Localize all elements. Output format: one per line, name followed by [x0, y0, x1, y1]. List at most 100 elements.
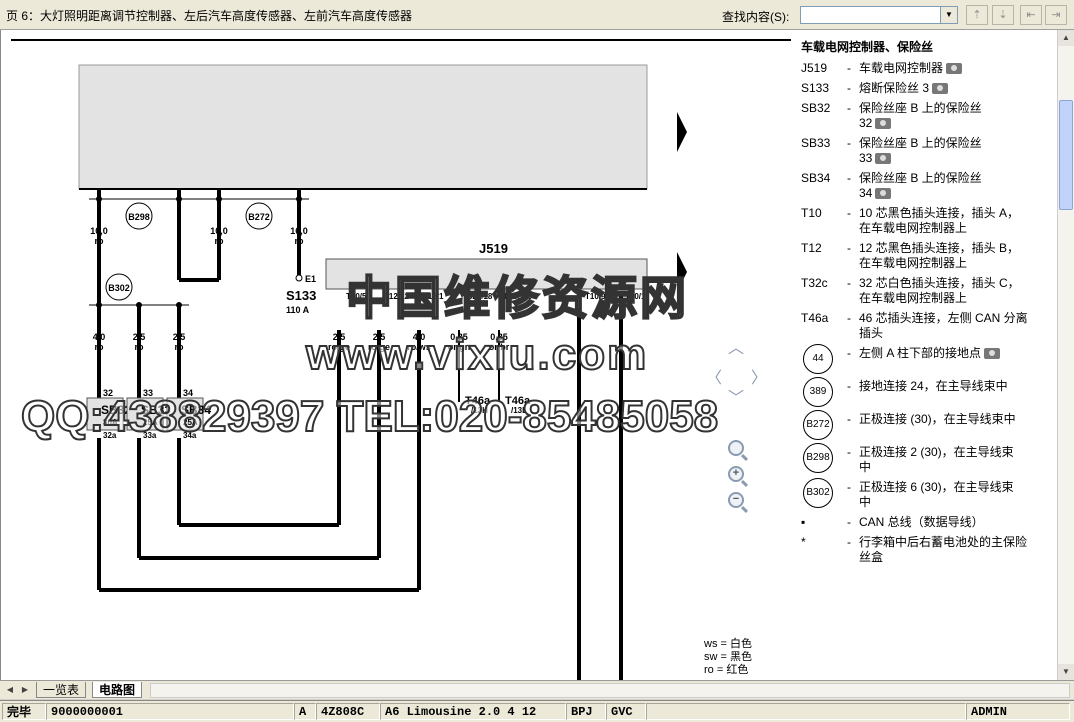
legend-item: T46a - 46 芯插头连接，左侧 CAN 分离 插头 — [801, 311, 1028, 340]
camera-icon[interactable] — [932, 83, 949, 95]
legend-code: J519 — [801, 61, 828, 75]
vertical-scrollbar[interactable]: ▲ ▼ — [1057, 30, 1074, 680]
scroll-up-icon[interactable]: ▲ — [1058, 30, 1074, 46]
legend-code: SB32 — [801, 101, 831, 115]
wire-color: ro — [295, 236, 305, 246]
status-bar: 完毕 9000000001 A 4Z808C A6 Limousine 2.0 … — [0, 700, 1074, 722]
pan-right-icon[interactable]: 〉 — [751, 364, 767, 388]
wire-gauge: 10,0 — [90, 226, 108, 236]
color-key-item: sw = 黑色 — [704, 651, 752, 663]
legend-item: SB32 - 保险丝座 B 上的保险丝 32 — [801, 101, 982, 130]
legend-code: SB33 — [801, 136, 831, 150]
find-next-button[interactable]: ⇣ — [992, 5, 1014, 25]
s133-rating: 110 A — [286, 305, 310, 315]
camera-icon[interactable] — [984, 348, 1001, 360]
status-state: 完毕 — [2, 703, 46, 720]
connector-B302: B302 — [105, 273, 133, 301]
legend-item: T12 - 12 芯黑色插头连接，插头 B， 在车载电网控制器上 — [801, 241, 1020, 270]
legend-code: T12 — [801, 241, 822, 255]
watermark-url: www.vixiu.com — [305, 329, 649, 380]
legend-note: ▪ - CAN 总线（数据导线） — [801, 515, 984, 529]
legend-text: 32 芯白色插头连接，插头 C， — [859, 276, 1020, 290]
tab-strip: ◀ ▶ 一览表 电路图 — [0, 680, 1074, 699]
search-input[interactable] — [801, 7, 943, 23]
zoom-out-icon[interactable]: − — [728, 492, 744, 508]
watermark-contact: QQ:438829397 TEL:020-85485058 — [20, 391, 719, 442]
j519-label: J519 — [479, 241, 508, 256]
legend-text: 保险丝座 B 上的保险丝 — [859, 171, 982, 185]
legend-heading: 车载电网控制器、保险丝 — [801, 40, 934, 54]
legend-item: B272 - 正极连接 (30)，在主导线束中 — [801, 410, 1051, 440]
scrollbar-thumb[interactable] — [1059, 100, 1073, 210]
legend-item: B302 - 正极连接 6 (30)，在主导线束 中 — [801, 478, 1051, 510]
fuse-box-area — [78, 64, 648, 190]
wire-gauge: 16,0 — [290, 226, 308, 236]
legend-code: 389 — [803, 377, 833, 407]
next-page-button[interactable]: ⇥ — [1045, 5, 1067, 25]
wire-color: ro — [175, 342, 185, 352]
tab-overview[interactable]: 一览表 — [36, 682, 87, 698]
wire-gauge: 2,5 — [173, 332, 186, 342]
wire-color-key: ws = 白色 sw = 黑色 ro = 红色 — [704, 638, 752, 677]
legend-code: T10 — [801, 206, 822, 220]
pan-down-icon[interactable]: ﹀ — [728, 384, 744, 408]
legend-text: 10 芯黑色插头连接，插头 A， — [859, 206, 1020, 220]
legend-code: B272 — [803, 410, 833, 440]
legend-code: B298 — [803, 443, 833, 473]
camera-icon[interactable] — [875, 153, 892, 165]
chevron-down-icon[interactable]: ▼ — [940, 7, 957, 23]
camera-icon[interactable] — [946, 63, 963, 75]
previous-page-button[interactable]: ⇤ — [1020, 5, 1042, 25]
horizontal-scrollbar[interactable] — [150, 683, 1070, 698]
wire-gauge: 4,0 — [93, 332, 106, 342]
camera-icon[interactable] — [875, 118, 892, 130]
legend-text: 正极连接 6 (30)，在主导线束 — [859, 480, 1014, 494]
component-legend: 车载电网控制器、保险丝 J519 - 车载电网控制器 S133 - 熔断保险丝 … — [801, 40, 1051, 570]
search-combobox[interactable]: ▼ — [800, 6, 958, 24]
wire-gauge: 10,0 — [210, 226, 228, 236]
page-back-icon: ⇤ — [1026, 9, 1036, 21]
find-previous-button[interactable]: ⇡ — [966, 5, 988, 25]
legend-text-line2: 在车载电网控制器上 — [859, 256, 968, 270]
status-engine: BPJ — [566, 703, 606, 720]
diagram-panel: B298 B272 B302 10,0 ro 10,0 ro 16,0 ro 4… — [0, 30, 1057, 680]
legend-item: J519 - 车载电网控制器 — [801, 61, 1051, 76]
legend-text-line2: 中 — [859, 495, 872, 509]
pan-up-icon[interactable]: ︿ — [728, 334, 744, 358]
legend-text-line2: 32 — [859, 116, 873, 130]
legend-text: CAN 总线（数据导线） — [859, 515, 984, 529]
status-gearbox: GVC — [606, 703, 646, 720]
connector-label: B298 — [128, 212, 150, 222]
tab-prev-icon[interactable]: ◀ — [3, 683, 17, 697]
scroll-down-icon[interactable]: ▼ — [1058, 664, 1074, 680]
connector-label: B272 — [248, 212, 270, 222]
pan-left-icon[interactable]: 〈 — [706, 364, 722, 388]
legend-text: 接地连接 24，在主导线束中 — [859, 379, 1008, 393]
connector-label: B302 — [108, 283, 130, 293]
legend-note: * - 行李箱中后右蓄电池处的主保险 丝盒 — [801, 535, 1028, 564]
camera-icon[interactable] — [875, 188, 892, 200]
legend-code: B302 — [803, 478, 833, 508]
legend-code: * — [801, 535, 806, 549]
legend-text-line2: 34 — [859, 186, 873, 200]
wire-color: ro — [95, 236, 105, 246]
legend-text: 保险丝座 B 上的保险丝 — [859, 136, 982, 150]
legend-item: SB34 - 保险丝座 B 上的保险丝 34 — [801, 171, 982, 200]
legend-code: SB34 — [801, 171, 831, 185]
tab-circuit-diagram[interactable]: 电路图 — [92, 682, 143, 698]
legend-text: 保险丝座 B 上的保险丝 — [859, 101, 982, 115]
zoom-in-icon[interactable]: + — [728, 466, 744, 482]
connector-B272: B272 — [245, 202, 273, 230]
zoom-fit-icon[interactable] — [728, 440, 744, 456]
legend-item: S133 - 熔断保险丝 3 — [801, 81, 1051, 96]
legend-text: 车载电网控制器 — [859, 61, 944, 75]
legend-text: 46 芯插头连接，左侧 CAN 分离 — [859, 311, 1028, 325]
color-key-item: ro = 红色 — [704, 664, 749, 676]
status-letter: A — [294, 703, 316, 720]
legend-text: 熔断保险丝 3 — [859, 81, 930, 95]
binoculars-up-icon: ⇡ — [972, 9, 982, 21]
tab-next-icon[interactable]: ▶ — [18, 683, 32, 697]
binoculars-down-icon: ⇣ — [998, 9, 1008, 21]
wire-color: ro — [95, 342, 105, 352]
status-empty — [646, 703, 966, 720]
